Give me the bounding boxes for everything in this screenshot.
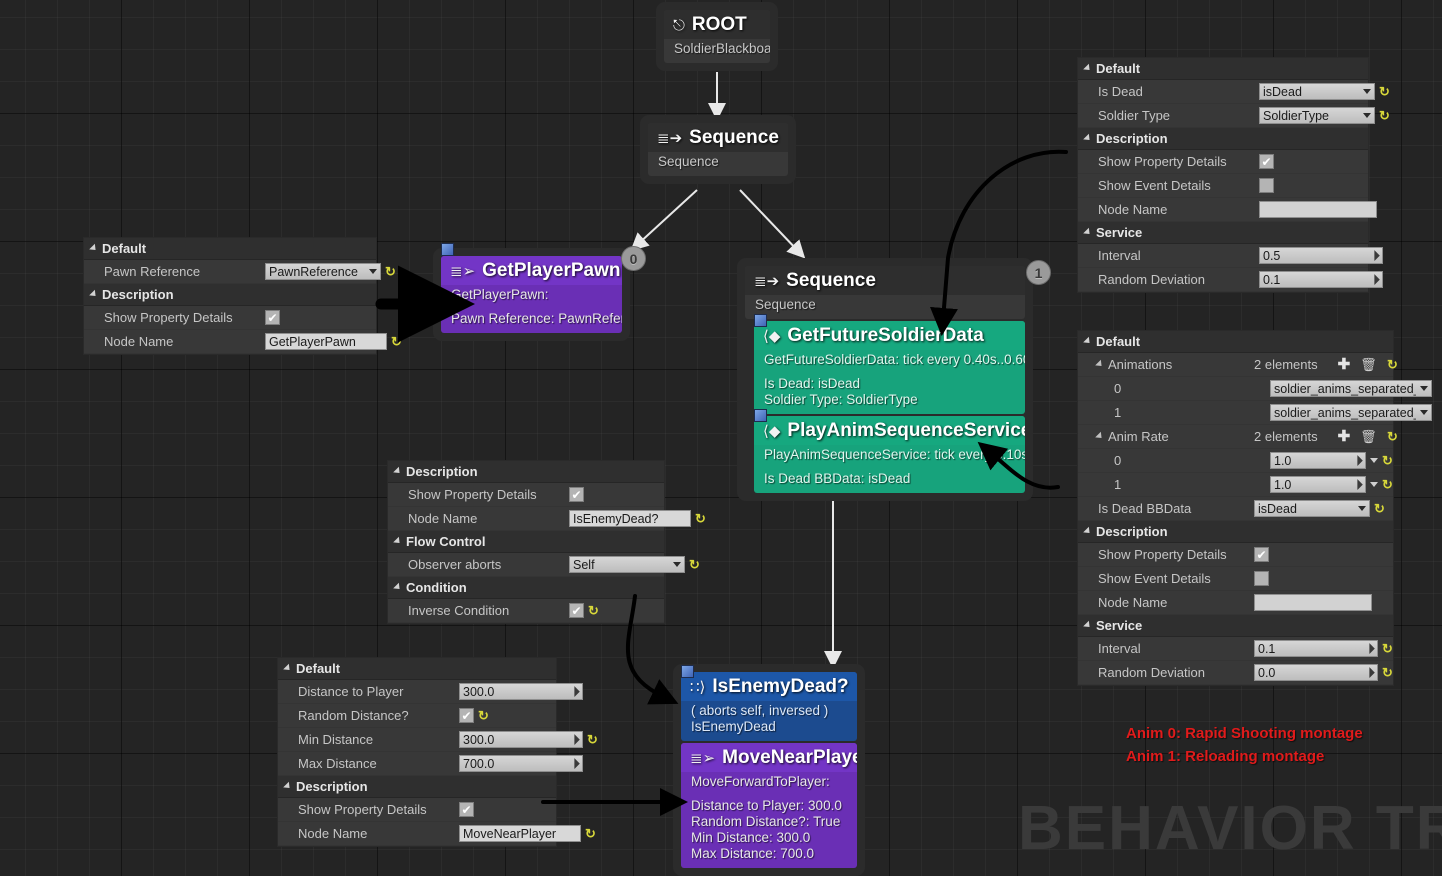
annotation-anim0: Anim 0: Rapid Shooting montage [1126, 725, 1363, 742]
annotation-anim1: Anim 1: Reloading montage [1126, 748, 1325, 765]
